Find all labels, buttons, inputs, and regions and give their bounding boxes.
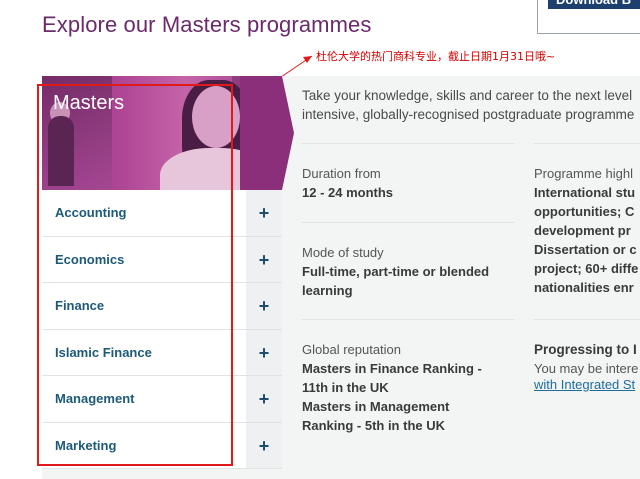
reputation-label: Global reputation [302,342,402,357]
reputation-value: Masters in Finance Ranking - [302,361,482,376]
reputation-value: Masters in Management [302,399,450,414]
mode-label: Mode of study [302,245,384,260]
duration-block: Duration from 12 - 24 months [302,166,516,202]
annotation-text: 杜伦大学的热门商科专业，截止日期1月31日哦~ [316,50,556,63]
integrated-study-link[interactable]: with Integrated St [534,377,635,392]
annotation-highlight-box [37,84,233,466]
reputation-value: 11th in the UK [302,380,389,395]
expand-plus-icon[interactable]: + [246,376,282,422]
hero-pointer [282,76,294,190]
highlights-line: opportunities; C [534,204,635,219]
highlights-line: project; 60+ diffe [534,261,639,276]
mode-block: Mode of study Full-time, part-time or bl… [302,245,516,300]
highlights-block: Programme highl International stu opport… [534,166,640,297]
hero-title: Masters [53,92,125,114]
progressing-title: Progressing to I [534,342,637,357]
programme-intro: Take your knowledge, skills and career t… [302,86,640,124]
progressing-block: Progressing to I You may be intere with … [534,340,640,394]
duration-value: 12 - 24 months [302,185,394,200]
mode-value: Full-time, part-time or blended [302,264,490,279]
expand-plus-icon[interactable]: + [246,236,282,282]
reputation-value: Ranking - 5th in the UK [302,418,445,433]
highlights-line: International stu [534,185,636,200]
highlights-line: development pr [534,223,631,238]
hero-tab [240,76,282,190]
highlights-line: nationalities enr [534,280,634,295]
reputation-block: Global reputation Masters in Finance Ran… [302,342,516,435]
mode-value: learning [302,283,353,298]
expand-plus-icon[interactable]: + [246,329,282,375]
intro-line: Take your knowledge, skills and career t… [302,88,633,103]
highlights-line: Dissertation or c [534,242,637,257]
progressing-text: You may be intere [534,361,639,376]
highlights-label: Programme highl [534,166,633,181]
expand-plus-icon[interactable]: + [246,190,282,236]
duration-label: Duration from [302,166,381,181]
expand-plus-icon[interactable]: + [246,283,282,329]
expand-plus-icon[interactable]: + [246,422,282,468]
intro-line: intensive, globally-recognised postgradu… [302,107,635,122]
